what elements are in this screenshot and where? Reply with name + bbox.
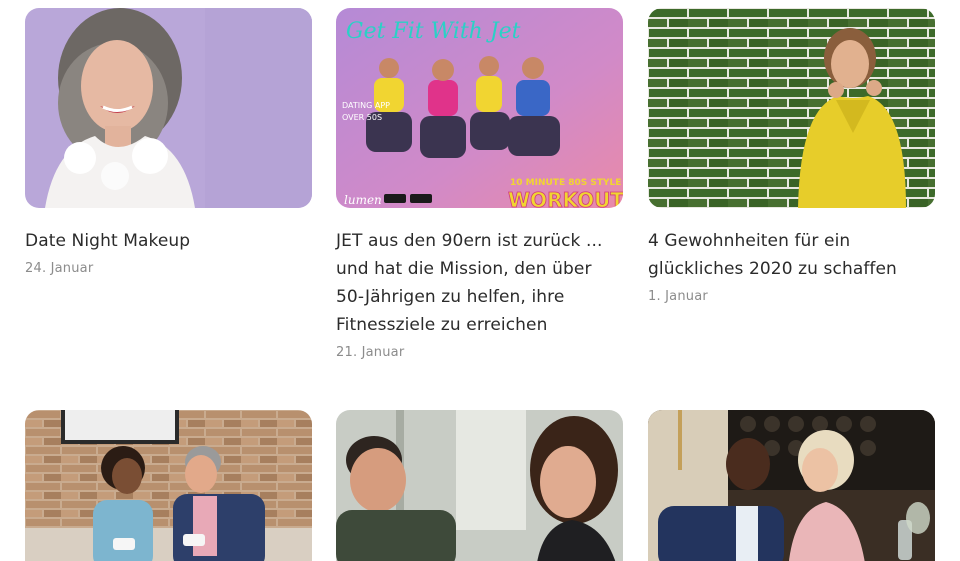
poster-headline: Get Fit With Jet: [346, 19, 521, 44]
article-image-date-night-makeup[interactable]: [25, 8, 312, 208]
article-card: [25, 410, 313, 561]
photo-couple-restaurant: [648, 410, 935, 561]
photo-workout-poster: Get Fit With Jet DATING APP OVER 50S lum…: [336, 8, 623, 208]
article-card: [648, 410, 936, 561]
article-card: 4 Gewohnheiten für ein glückliches 2020 …: [648, 8, 936, 304]
article-title[interactable]: JET aus den 90ern ist zurück ... und hat…: [336, 227, 624, 339]
poster-brand: lumen: [344, 193, 382, 207]
article-card: [336, 410, 624, 561]
photo-couple-cafe: [336, 410, 623, 561]
article-image-4-habits[interactable]: [648, 8, 935, 208]
article-image-couple-cafe[interactable]: [336, 410, 623, 561]
article-date: 1. Januar: [648, 289, 708, 304]
poster-badge-main: WORKOUT: [508, 188, 623, 208]
article-grid: Date Night Makeup 24. Januar Get Fit Wit…: [0, 0, 960, 561]
poster-tag-2: OVER 50S: [342, 113, 382, 122]
article-image-couple-restaurant[interactable]: [648, 410, 935, 561]
article-title[interactable]: 4 Gewohnheiten für ein glückliches 2020 …: [648, 227, 936, 283]
article-image-couple-sofa[interactable]: [25, 410, 312, 561]
poster-badge-top: 10 MINUTE 80S STYLE: [510, 178, 621, 188]
article-title[interactable]: Date Night Makeup: [25, 227, 313, 255]
article-date: 21. Januar: [336, 345, 405, 360]
poster-tag-1: DATING APP: [342, 101, 390, 110]
photo-couple-sofa: [25, 410, 312, 561]
article-card: Date Night Makeup 24. Januar: [25, 8, 313, 276]
photo-woman-brick-wall: [648, 8, 935, 208]
article-date: 24. Januar: [25, 261, 94, 276]
article-card: Get Fit With Jet DATING APP OVER 50S lum…: [336, 8, 624, 360]
article-image-jet-workout[interactable]: Get Fit With Jet DATING APP OVER 50S lum…: [336, 8, 623, 208]
photo-woman-lilac: [25, 8, 312, 208]
